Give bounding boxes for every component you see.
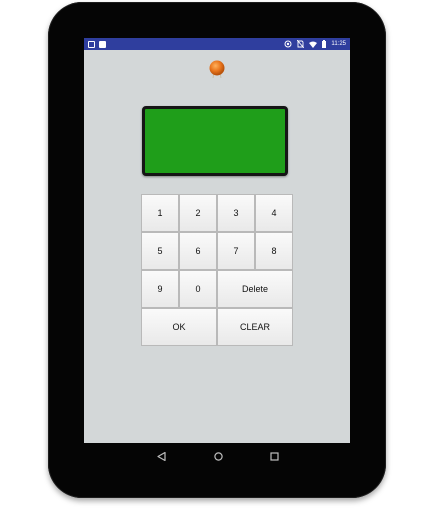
- key-4[interactable]: 4: [255, 194, 293, 232]
- status-left-icons: [88, 40, 106, 48]
- home-button[interactable]: [212, 450, 224, 462]
- no-sim-icon: [297, 40, 305, 48]
- lcd-display: [142, 106, 288, 176]
- cast-icon: [284, 40, 292, 48]
- device-screen: 11:25 1 2 3 4 5 6 7 8 9 0 Delete OK CLEA…: [84, 38, 350, 443]
- status-bar: 11:25: [84, 38, 350, 50]
- recents-button[interactable]: [268, 450, 280, 462]
- clear-button[interactable]: CLEAR: [217, 308, 293, 346]
- key-6[interactable]: 6: [179, 232, 217, 270]
- wifi-icon: [309, 41, 318, 48]
- notification-icon: [99, 40, 106, 48]
- delete-button[interactable]: Delete: [217, 270, 293, 308]
- key-0[interactable]: 0: [179, 270, 217, 308]
- ok-button[interactable]: OK: [141, 308, 217, 346]
- key-5[interactable]: 5: [141, 232, 179, 270]
- battery-icon: [322, 40, 327, 48]
- status-time: 11:25: [331, 41, 346, 47]
- tablet-frame: 11:25 1 2 3 4 5 6 7 8 9 0 Delete OK CLEA…: [48, 2, 386, 498]
- app-icon: [88, 40, 95, 48]
- key-8[interactable]: 8: [255, 232, 293, 270]
- key-2[interactable]: 2: [179, 194, 217, 232]
- back-button[interactable]: [155, 450, 167, 462]
- recents-icon: [269, 451, 279, 461]
- home-icon: [213, 451, 223, 461]
- key-9[interactable]: 9: [141, 270, 179, 308]
- keypad: 1 2 3 4 5 6 7 8 9 0 Delete OK CLEAR: [141, 194, 293, 346]
- led-indicator-icon: [209, 60, 225, 78]
- key-3[interactable]: 3: [217, 194, 255, 232]
- key-7[interactable]: 7: [217, 232, 255, 270]
- back-icon: [156, 451, 166, 461]
- key-1[interactable]: 1: [141, 194, 179, 232]
- status-right-icons: 11:25: [284, 39, 346, 49]
